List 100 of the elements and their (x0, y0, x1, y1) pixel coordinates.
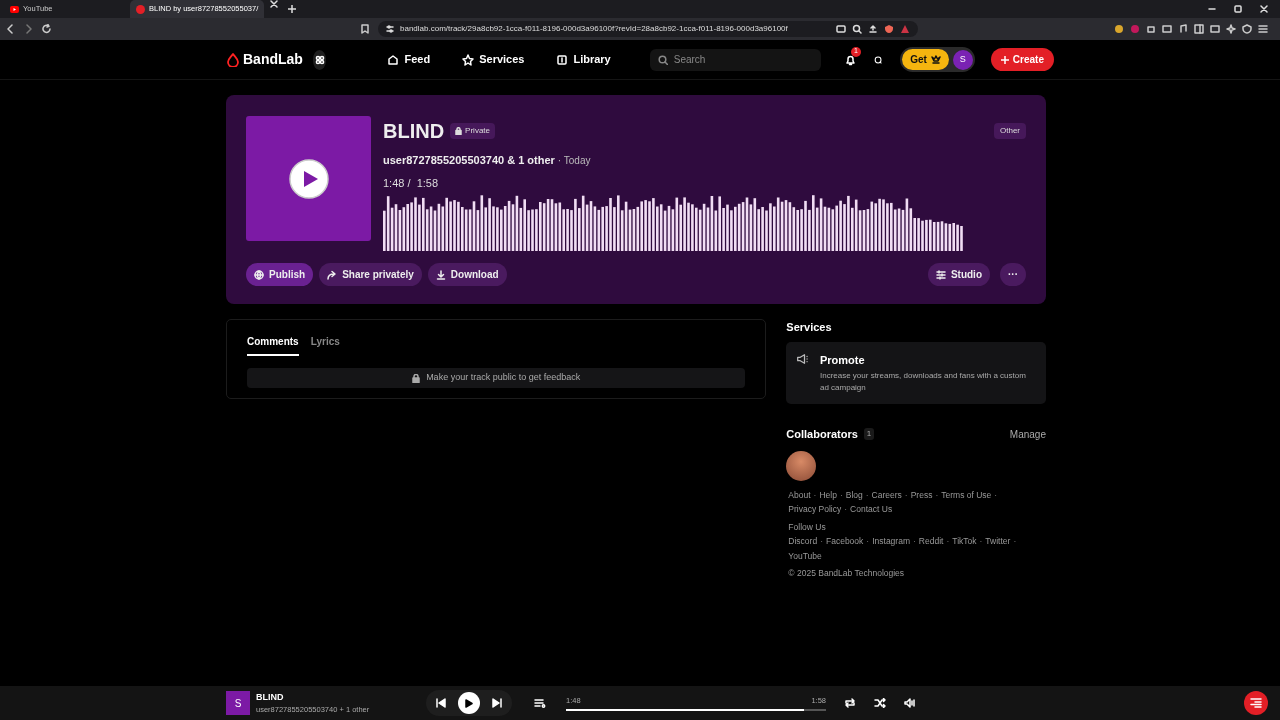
footer-link[interactable]: Instagram (872, 534, 910, 548)
sliders-icon (935, 269, 946, 280)
color-circle-icon[interactable] (1114, 24, 1124, 34)
footer-link[interactable]: About (788, 488, 811, 502)
separator-dot: · (978, 534, 984, 548)
nav-link[interactable]: Services (451, 51, 536, 68)
track-time: 1:48 / 1:58 (383, 175, 440, 191)
promote-card[interactable]: Promote Increase your streams, downloads and fans with a custom ad campaign (786, 341, 1046, 404)
zoom-icon[interactable] (852, 24, 862, 34)
player-cover: S (226, 691, 250, 715)
apps-button[interactable] (312, 49, 327, 70)
lock-icon (455, 127, 463, 135)
menu-icon[interactable] (1258, 24, 1268, 34)
player-title: BLIND (256, 690, 285, 704)
shuffle-icon[interactable] (874, 698, 886, 708)
create-button[interactable]: Create (990, 48, 1054, 71)
menu-button[interactable] (1244, 691, 1268, 715)
menu-icon (1250, 698, 1262, 708)
share-icon[interactable] (868, 24, 878, 34)
screen-icon[interactable] (836, 24, 846, 34)
bandlab-logo[interactable]: BandLab (226, 49, 303, 70)
next-icon[interactable] (492, 698, 502, 708)
download-icon (435, 269, 446, 280)
separator-dot: · (903, 488, 909, 502)
lock-icon (412, 373, 421, 383)
play-logo-icon (10, 5, 19, 13)
track-title: BLIND (383, 119, 445, 144)
track-credits[interactable]: user8727855205503740 & 1 other (383, 152, 555, 169)
bell-icon[interactable] (845, 53, 857, 66)
section-heading: Services (786, 320, 833, 335)
queue-icon[interactable] (534, 698, 546, 708)
grid-icon (314, 54, 325, 65)
nav-link[interactable]: Library (545, 51, 622, 68)
footer-link[interactable]: Careers (871, 488, 902, 502)
content-tab[interactable]: Lyrics (310, 334, 340, 356)
reload-icon[interactable] (42, 24, 52, 34)
footer-link[interactable]: Twitter (985, 534, 1011, 548)
separator-dot: · (934, 488, 940, 502)
track-date: · Today (557, 153, 591, 168)
shield-icon[interactable] (1242, 24, 1252, 34)
nav-link[interactable]: Feed (376, 51, 442, 68)
footer-link[interactable]: Privacy Policy (788, 503, 842, 516)
separator-dot: · (843, 503, 849, 516)
repeat-icon[interactable] (844, 698, 856, 708)
collaborator-avatar[interactable] (786, 450, 817, 481)
share-arrow-icon (327, 269, 338, 280)
footer-link[interactable]: Blog (845, 488, 863, 502)
privacy-tag: Private (450, 123, 495, 139)
content-tab[interactable]: Comments (247, 334, 299, 356)
footer-link[interactable]: YouTube (788, 549, 822, 563)
sidebar-icon[interactable] (1194, 24, 1204, 34)
back-icon[interactable] (6, 24, 16, 34)
avatar[interactable]: S (952, 49, 973, 70)
triangle-icon[interactable] (900, 24, 910, 34)
bookmark-icon[interactable] (360, 24, 370, 34)
play-button[interactable] (458, 692, 480, 714)
studio-button[interactable]: Studio (927, 263, 990, 286)
sparkle-icon[interactable] (1226, 24, 1236, 34)
separator-dot: · (993, 488, 999, 502)
get-button[interactable]: Get (902, 49, 949, 70)
separator-dot: · (838, 488, 844, 502)
collaborator-count: 1 (863, 428, 875, 441)
action-button[interactable]: Share privately (319, 263, 422, 286)
library-icon (556, 53, 569, 66)
footer-link[interactable]: Contact Us (850, 503, 893, 516)
waveform-drawing[interactable] (383, 195, 963, 251)
action-button[interactable]: Download (427, 263, 507, 286)
shield-icon[interactable] (884, 24, 894, 34)
close-icon[interactable] (270, 0, 279, 8)
address-bar[interactable]: bandlab.com/track/29a8cb92-1cca-f011-8196-000d3a96100f?revId=28a8cb92-1cca-f011-8196-000d3a96100f (378, 21, 918, 37)
restore-icon[interactable] (1234, 5, 1242, 13)
play-icon (465, 698, 473, 708)
search-field[interactable]: Search (649, 48, 822, 71)
site-settings-icon (386, 25, 394, 33)
previous-icon[interactable] (436, 698, 446, 708)
minimize-icon[interactable] (1208, 5, 1216, 13)
separator-dot: · (945, 534, 951, 548)
notice-text: Make your track public to get feedback (426, 371, 581, 385)
separator-dot: · (1012, 534, 1018, 548)
footer-link[interactable]: Discord (788, 534, 818, 548)
footer-link[interactable]: Reddit (918, 534, 944, 548)
footer-link[interactable]: Facebook (826, 534, 864, 548)
footer-link[interactable]: Press (910, 488, 933, 502)
megaphone-icon (796, 351, 810, 366)
footer-link[interactable]: Help (819, 488, 837, 502)
separator-dot: · (912, 534, 917, 548)
manage-link[interactable]: Manage (1009, 426, 1046, 442)
promote-title: Promote (819, 352, 866, 368)
star-icon (462, 53, 475, 66)
follow-heading: Follow Us (788, 521, 827, 534)
separator-dot: · (812, 488, 818, 502)
volume-icon[interactable] (904, 698, 916, 708)
footer-link[interactable]: Terms of Use (941, 488, 992, 502)
plus-icon[interactable] (288, 5, 297, 13)
close-icon[interactable] (1260, 5, 1268, 13)
app-logo-icon (136, 4, 145, 14)
forward-icon[interactable] (24, 24, 34, 34)
more-button[interactable]: ··· (1000, 263, 1026, 286)
footer-link[interactable]: TikTok (952, 534, 977, 548)
action-button[interactable]: Publish (246, 263, 314, 286)
